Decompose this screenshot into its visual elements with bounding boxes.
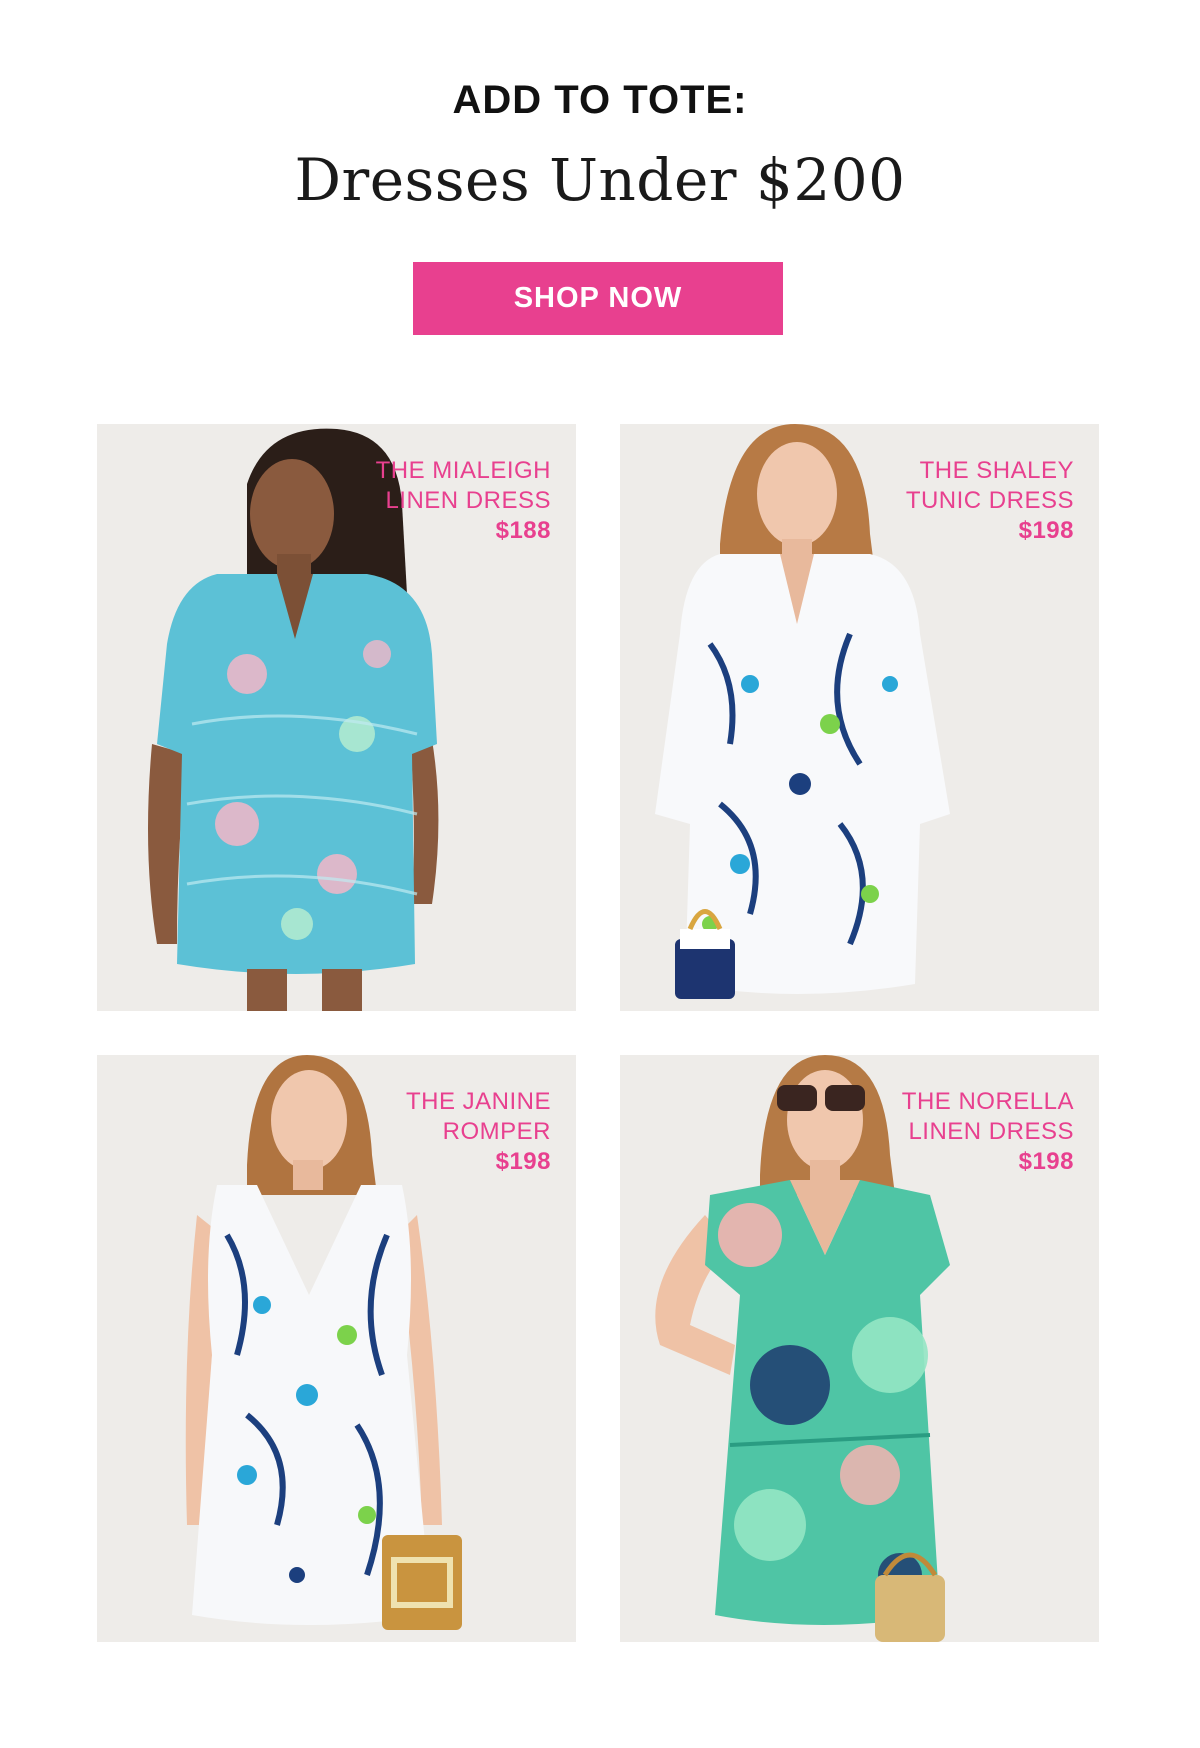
product-card-norella[interactable]: THE NORELLA LINEN DRESS $198 (620, 1055, 1099, 1642)
product-card-shaley[interactable]: THE SHALEY TUNIC DRESS $198 (620, 424, 1099, 1011)
product-label: THE SHALEY TUNIC DRESS $198 (906, 456, 1074, 546)
product-price: $198 (495, 1148, 551, 1175)
product-card-mialeigh[interactable]: THE MIALEIGH LINEN DRESS $188 (97, 424, 576, 1011)
product-price: $188 (495, 517, 551, 544)
product-card-janine[interactable]: THE JANINE ROMPER $198 (97, 1055, 576, 1642)
product-name: THE MIALEIGH LINEN DRESS (375, 457, 551, 514)
product-name: THE SHALEY TUNIC DRESS (905, 457, 1074, 514)
product-name: THE JANINE ROMPER (405, 1088, 551, 1145)
shop-now-button[interactable]: SHOP NOW (413, 262, 783, 335)
product-name: THE NORELLA LINEN DRESS (901, 1088, 1074, 1145)
product-label: THE NORELLA LINEN DRESS $198 (902, 1087, 1074, 1177)
product-label: THE MIALEIGH LINEN DRESS $188 (376, 456, 551, 546)
kicker-text: ADD TO TOTE: (452, 78, 748, 122)
product-label: THE JANINE ROMPER $198 (406, 1087, 551, 1177)
product-price: $198 (1018, 1148, 1074, 1175)
page-title: Dresses Under $200 (294, 146, 906, 214)
product-price: $198 (1018, 517, 1074, 544)
